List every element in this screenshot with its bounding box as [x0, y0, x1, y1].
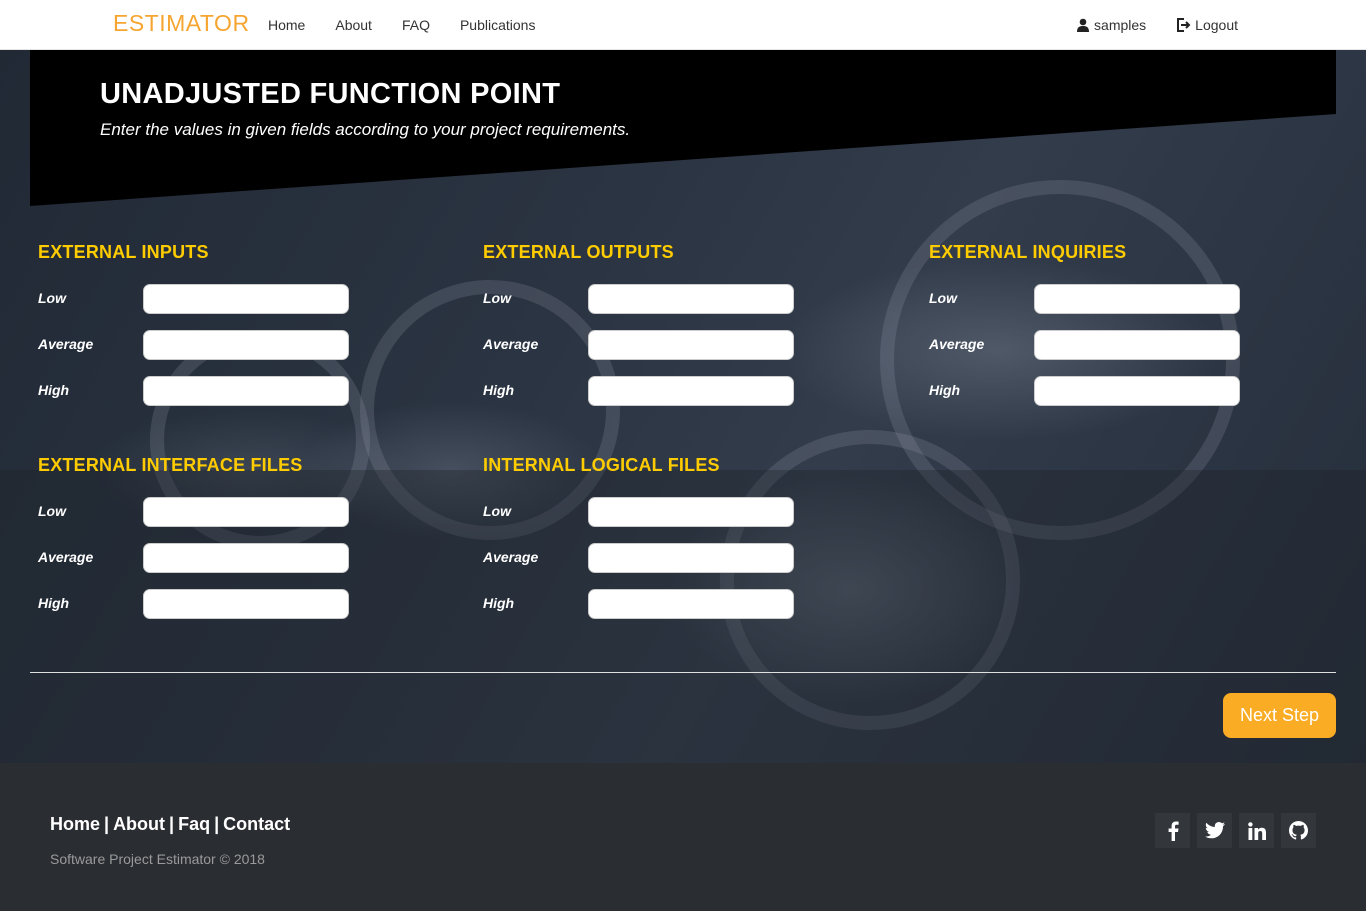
- user-icon: [1077, 18, 1090, 32]
- field-label: Low: [38, 290, 66, 306]
- external-outputs-high-input[interactable]: [588, 376, 794, 406]
- social-links: [1148, 813, 1316, 848]
- field-label: High: [38, 595, 70, 611]
- field-label: Average: [483, 549, 539, 565]
- nav-link-faq[interactable]: FAQ: [402, 17, 430, 33]
- twitter-icon: [1204, 822, 1225, 839]
- section-title: EXTERNAL INQUIRIES: [929, 242, 1127, 262]
- github-icon: [1289, 821, 1308, 840]
- nav-link-about[interactable]: About: [335, 17, 372, 33]
- field-label: High: [483, 382, 515, 398]
- section-external-inputs: EXTERNAL INPUTS Low Average High: [38, 242, 398, 422]
- field-label: Low: [929, 290, 957, 306]
- twitter-button[interactable]: [1197, 813, 1232, 848]
- nav-right: samples Logout: [1046, 0, 1238, 50]
- field-label: Average: [38, 549, 94, 565]
- facebook-icon: [1168, 821, 1179, 841]
- field-label: Average: [483, 336, 539, 352]
- footer-links: Home | About | Faq | Contact: [50, 814, 291, 834]
- section-external-outputs: EXTERNAL OUTPUTS Low Average High: [483, 242, 843, 422]
- external-inquiries-average-input[interactable]: [1034, 330, 1240, 360]
- external-interface-files-high-input[interactable]: [143, 589, 349, 619]
- logout-icon: [1177, 18, 1191, 32]
- linkedin-icon: [1247, 821, 1266, 840]
- footer-link-faq[interactable]: Faq: [178, 814, 210, 834]
- page-subtitle: Enter the values in given fields accordi…: [100, 120, 631, 139]
- internal-logical-files-average-input[interactable]: [588, 543, 794, 573]
- user-menu[interactable]: samples: [1076, 17, 1146, 33]
- section-internal-logical-files: INTERNAL LOGICAL FILES Low Average High: [483, 455, 843, 635]
- external-interface-files-low-input[interactable]: [143, 497, 349, 527]
- next-step-button[interactable]: Next Step: [1223, 693, 1336, 738]
- external-outputs-low-input[interactable]: [588, 284, 794, 314]
- field-label: High: [38, 382, 70, 398]
- external-inquiries-high-input[interactable]: [1034, 376, 1240, 406]
- field-label: Low: [483, 503, 511, 519]
- section-title: EXTERNAL OUTPUTS: [483, 242, 674, 262]
- copyright: Software Project Estimator © 2018: [50, 851, 265, 867]
- footer: Home | About | Faq | Contact Software Project …: [0, 763, 1366, 911]
- page-title: UNADJUSTED FUNCTION POINT: [100, 78, 561, 110]
- section-external-inquiries: EXTERNAL INQUIRIES Low Average High: [929, 242, 1289, 422]
- footer-link-contact[interactable]: Contact: [223, 814, 290, 834]
- field-label: High: [929, 382, 961, 398]
- github-button[interactable]: [1281, 813, 1316, 848]
- field-label: Low: [483, 290, 511, 306]
- section-title: EXTERNAL INTERFACE FILES: [38, 455, 303, 475]
- field-label: Average: [38, 336, 94, 352]
- internal-logical-files-high-input[interactable]: [588, 589, 794, 619]
- external-inputs-low-input[interactable]: [143, 284, 349, 314]
- logout-label: Logout: [1195, 17, 1238, 33]
- facebook-button[interactable]: [1155, 813, 1190, 848]
- section-title: EXTERNAL INPUTS: [38, 242, 209, 262]
- field-label: Low: [38, 503, 66, 519]
- nav-links: Home About FAQ Publications: [268, 0, 565, 50]
- user-name: samples: [1094, 17, 1147, 33]
- navbar: ESTIMATOR Home About FAQ Publications sa…: [0, 0, 1366, 50]
- logo[interactable]: ESTIMATOR: [113, 10, 250, 37]
- field-label: High: [483, 595, 515, 611]
- external-interface-files-average-input[interactable]: [143, 543, 349, 573]
- section-title: INTERNAL LOGICAL FILES: [483, 455, 720, 475]
- divider: [30, 672, 1336, 673]
- external-inputs-high-input[interactable]: [143, 376, 349, 406]
- section-external-interface-files: EXTERNAL INTERFACE FILES Low Average Hig…: [38, 455, 398, 635]
- main-content: UNADJUSTED FUNCTION POINT Enter the valu…: [0, 50, 1366, 763]
- footer-link-home[interactable]: Home: [50, 814, 100, 834]
- nav-link-home[interactable]: Home: [268, 17, 305, 33]
- nav-link-publications[interactable]: Publications: [460, 17, 536, 33]
- external-inputs-average-input[interactable]: [143, 330, 349, 360]
- footer-link-about[interactable]: About: [113, 814, 165, 834]
- logout-link[interactable]: Logout: [1176, 17, 1238, 33]
- linkedin-button[interactable]: [1239, 813, 1274, 848]
- external-outputs-average-input[interactable]: [588, 330, 794, 360]
- internal-logical-files-low-input[interactable]: [588, 497, 794, 527]
- field-label: Average: [929, 336, 985, 352]
- external-inquiries-low-input[interactable]: [1034, 284, 1240, 314]
